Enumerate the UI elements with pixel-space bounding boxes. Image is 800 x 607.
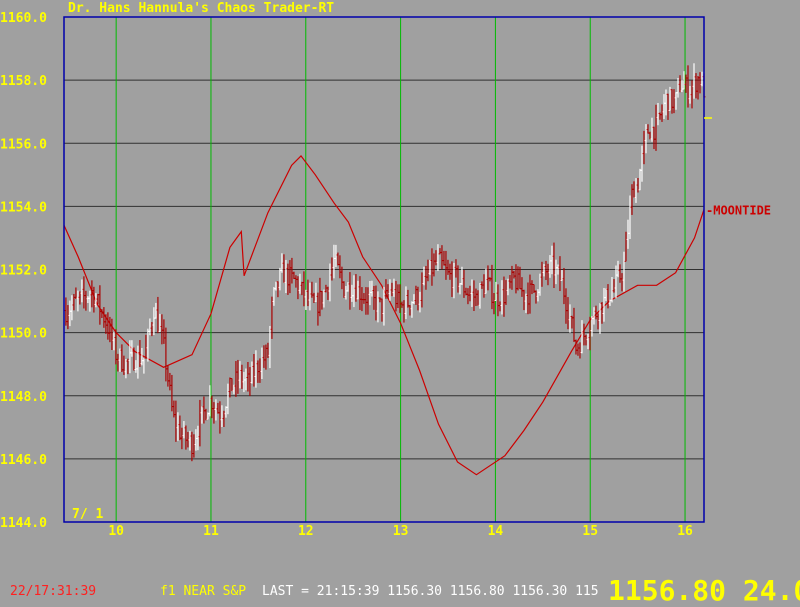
moontide-label: -MOONTIDE	[706, 204, 771, 218]
y-tick-label: 1150.0	[0, 327, 47, 342]
x-tick-label: 15	[582, 524, 598, 539]
date-label: 7/ 1	[72, 507, 103, 522]
y-tick-label: 1154.0	[0, 200, 47, 215]
status-clock: 22/17:31:39	[10, 584, 97, 599]
x-tick-label: 10	[108, 524, 124, 539]
last-change-value: 24.0	[742, 574, 800, 607]
window-title: Dr. Hans Hannula's Chaos Trader-RT	[68, 1, 335, 16]
y-tick-label: 1144.0	[0, 516, 47, 531]
y-tick-label: 1160.0	[0, 11, 47, 26]
x-tick-label: 12	[298, 524, 314, 539]
x-tick-label: 14	[488, 524, 504, 539]
last-price: 1156.80 24.0	[608, 574, 800, 607]
status-last-line: LAST = 21:15:39 1156.30 1156.80 1156.30 …	[262, 584, 599, 599]
x-tick-label: 13	[393, 524, 409, 539]
y-tick-label: 1156.0	[0, 137, 47, 152]
y-tick-label: 1146.0	[0, 453, 47, 468]
price-chart: 1144.0 1146.0 1148.0 1150.0 1152.0 1154.0 1156…	[0, 11, 771, 539]
price-bars	[64, 63, 706, 462]
chart-grid	[64, 17, 704, 522]
y-tick-label: 1158.0	[0, 74, 47, 89]
last-price-value: 1156.80	[608, 574, 727, 607]
y-tick-label: 1148.0	[0, 390, 47, 405]
status-symbol: f1 NEAR S&P	[160, 584, 247, 599]
x-tick-label: 16	[677, 524, 693, 539]
y-tick-label: 1152.0	[0, 264, 47, 279]
x-tick-label: 11	[203, 524, 219, 539]
